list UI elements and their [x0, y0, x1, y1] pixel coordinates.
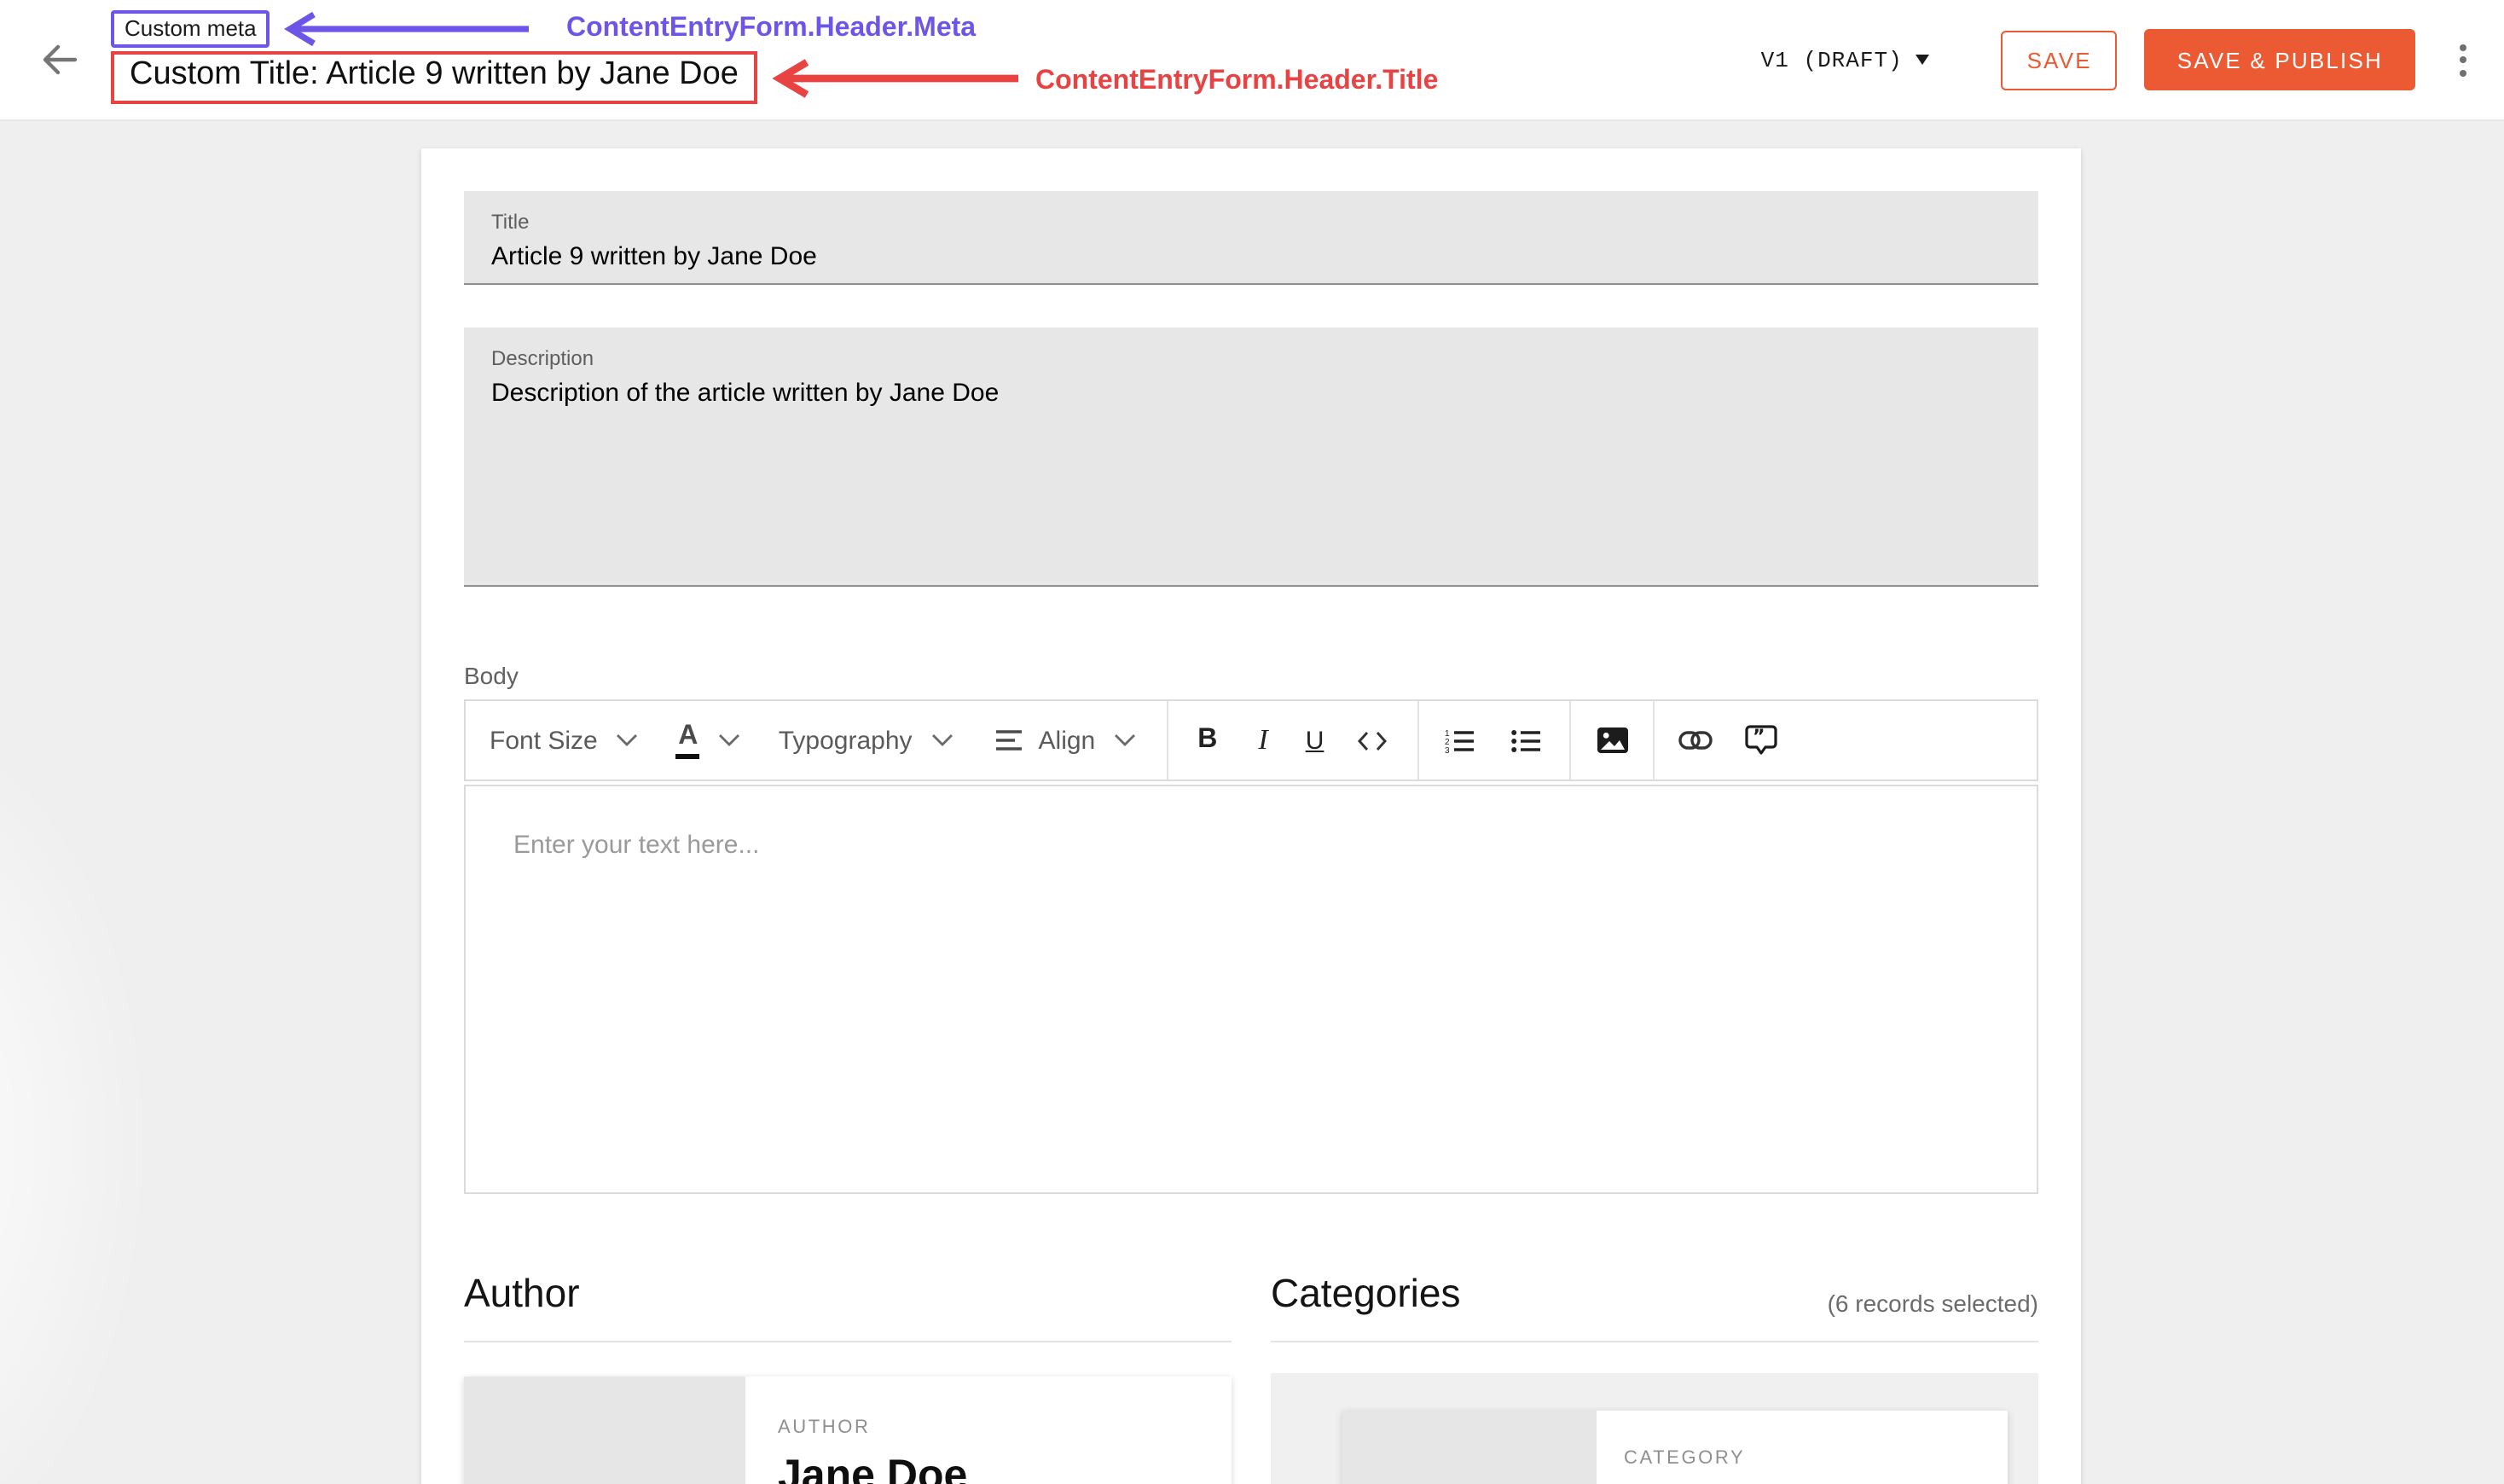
- code-icon: [1358, 729, 1387, 751]
- body-editor-placeholder: Enter your text here...: [513, 831, 1989, 860]
- reference-fields-row: Author AUTHOR Jane Doe Categories (: [464, 1269, 2038, 1484]
- chevron-down-icon: [617, 733, 639, 747]
- toolbar-divider: [1569, 701, 1571, 780]
- content-entry-screen: Custom meta Custom Title: Article 9 writ…: [0, 0, 2504, 1484]
- save-button-label: SAVE: [2027, 47, 2092, 72]
- category-image-placeholder: [1342, 1411, 1597, 1484]
- top-app-bar: Custom meta Custom Title: Article 9 writ…: [0, 0, 2504, 121]
- author-section-heading: Author: [464, 1269, 580, 1317]
- kebab-menu-icon[interactable]: [2453, 37, 2473, 83]
- version-dropdown[interactable]: V1 (DRAFT): [1761, 47, 1930, 72]
- annotation-meta-ref: ContentEntryForm.Header.Meta: [566, 14, 976, 44]
- toolbar-divider: [1167, 701, 1168, 780]
- font-color-dropdown[interactable]: A: [676, 722, 741, 758]
- toolbar-divider: [1653, 701, 1655, 780]
- align-icon: [994, 728, 1023, 752]
- annotation-arrow-meta: [273, 9, 532, 49]
- code-button[interactable]: [1358, 729, 1387, 751]
- font-size-dropdown[interactable]: Font Size: [490, 726, 639, 755]
- insert-link-button[interactable]: [1678, 730, 1713, 751]
- save-publish-button-label: SAVE & PUBLISH: [2177, 47, 2383, 72]
- author-image-placeholder: [464, 1377, 745, 1484]
- version-label: V1 (DRAFT): [1761, 47, 1903, 72]
- svg-text:”: ”: [1753, 727, 1765, 748]
- categories-selected-count: (6 records selected): [1828, 1290, 2038, 1317]
- blockquote-button[interactable]: ”: [1745, 725, 1777, 756]
- quote-icon: ”: [1745, 725, 1777, 756]
- save-button[interactable]: SAVE: [2002, 30, 2118, 90]
- categories-section: Categories (6 records selected) CATEGORY…: [1271, 1269, 2038, 1484]
- categories-list-container: CATEGORY Transportation: [1271, 1373, 2038, 1484]
- annotation-title-ref: ContentEntryForm.Header.Title: [1035, 67, 1438, 97]
- entry-form-card: Title Article 9 written by Jane Doe Desc…: [421, 148, 2081, 1484]
- chevron-down-icon: [719, 733, 741, 747]
- back-arrow-icon: [38, 38, 82, 82]
- back-button[interactable]: [34, 34, 85, 85]
- entry-meta-text: Custom meta: [111, 10, 270, 48]
- typography-dropdown[interactable]: Typography: [779, 726, 953, 755]
- ordered-list-icon: 1 2 3: [1445, 728, 1475, 753]
- align-dropdown[interactable]: Align: [994, 726, 1137, 755]
- entry-meta-label: Custom meta: [125, 15, 257, 41]
- author-record-card[interactable]: AUTHOR Jane Doe: [464, 1377, 1232, 1484]
- svg-text:3: 3: [1445, 745, 1450, 753]
- title-field-value: Article 9 written by Jane Doe: [491, 242, 2011, 273]
- author-section: Author AUTHOR Jane Doe: [464, 1269, 1232, 1484]
- header-actions: V1 (DRAFT) SAVE SAVE & PUBLISH: [1761, 0, 2473, 119]
- insert-image-button[interactable]: [1597, 727, 1629, 754]
- section-divider: [1271, 1341, 2038, 1342]
- toolbar-divider: [1417, 701, 1419, 780]
- link-icon: [1678, 730, 1713, 751]
- description-field[interactable]: Description Description of the article w…: [464, 328, 2038, 587]
- bold-button[interactable]: B: [1197, 725, 1217, 756]
- author-card-body: AUTHOR Jane Doe: [745, 1377, 967, 1484]
- dropdown-caret-icon: [1916, 55, 1930, 65]
- chevron-down-icon: [931, 733, 953, 747]
- bold-icon: B: [1197, 725, 1217, 756]
- unordered-list-icon: [1511, 728, 1542, 753]
- underline-button[interactable]: U: [1306, 726, 1324, 755]
- description-field-value: Description of the article written by Ja…: [491, 379, 2011, 409]
- save-publish-button[interactable]: SAVE & PUBLISH: [2145, 29, 2415, 90]
- underline-icon: U: [1306, 726, 1324, 755]
- section-divider: [464, 1341, 1232, 1342]
- left-edge-glow: [0, 699, 154, 1484]
- typography-label: Typography: [779, 726, 913, 755]
- ordered-list-button[interactable]: 1 2 3: [1445, 728, 1475, 753]
- body-editor[interactable]: Enter your text here...: [464, 785, 2038, 1194]
- italic-icon: I: [1258, 723, 1267, 757]
- author-card-name: Jane Doe: [778, 1452, 967, 1484]
- main-content: Title Article 9 written by Jane Doe Desc…: [0, 119, 2504, 1484]
- italic-button[interactable]: I: [1258, 723, 1267, 757]
- author-card-overline: AUTHOR: [778, 1417, 967, 1438]
- align-label: Align: [1039, 726, 1096, 755]
- body-field-label: Body: [464, 662, 2038, 689]
- font-size-label: Font Size: [490, 726, 598, 755]
- entry-title-text: Custom Title: Article 9 written by Jane …: [111, 51, 757, 104]
- unordered-list-button[interactable]: [1511, 728, 1542, 753]
- annotation-arrow-title: [762, 56, 1022, 101]
- rich-text-toolbar: Font Size A Typography: [464, 699, 2038, 781]
- categories-section-heading: Categories: [1271, 1269, 1460, 1317]
- title-field[interactable]: Title Article 9 written by Jane Doe: [464, 191, 2038, 285]
- font-color-icon: A: [676, 722, 700, 758]
- chevron-down-icon: [1114, 733, 1136, 747]
- entry-title-label: Custom Title: Article 9 written by Jane …: [130, 56, 739, 92]
- category-card-body: CATEGORY Transportation: [1597, 1411, 1922, 1484]
- title-field-label: Title: [491, 210, 2011, 234]
- category-card-overline: CATEGORY: [1624, 1448, 1922, 1469]
- image-icon: [1597, 727, 1629, 754]
- description-field-label: Description: [491, 346, 2011, 370]
- category-record-card[interactable]: CATEGORY Transportation: [1342, 1411, 2008, 1484]
